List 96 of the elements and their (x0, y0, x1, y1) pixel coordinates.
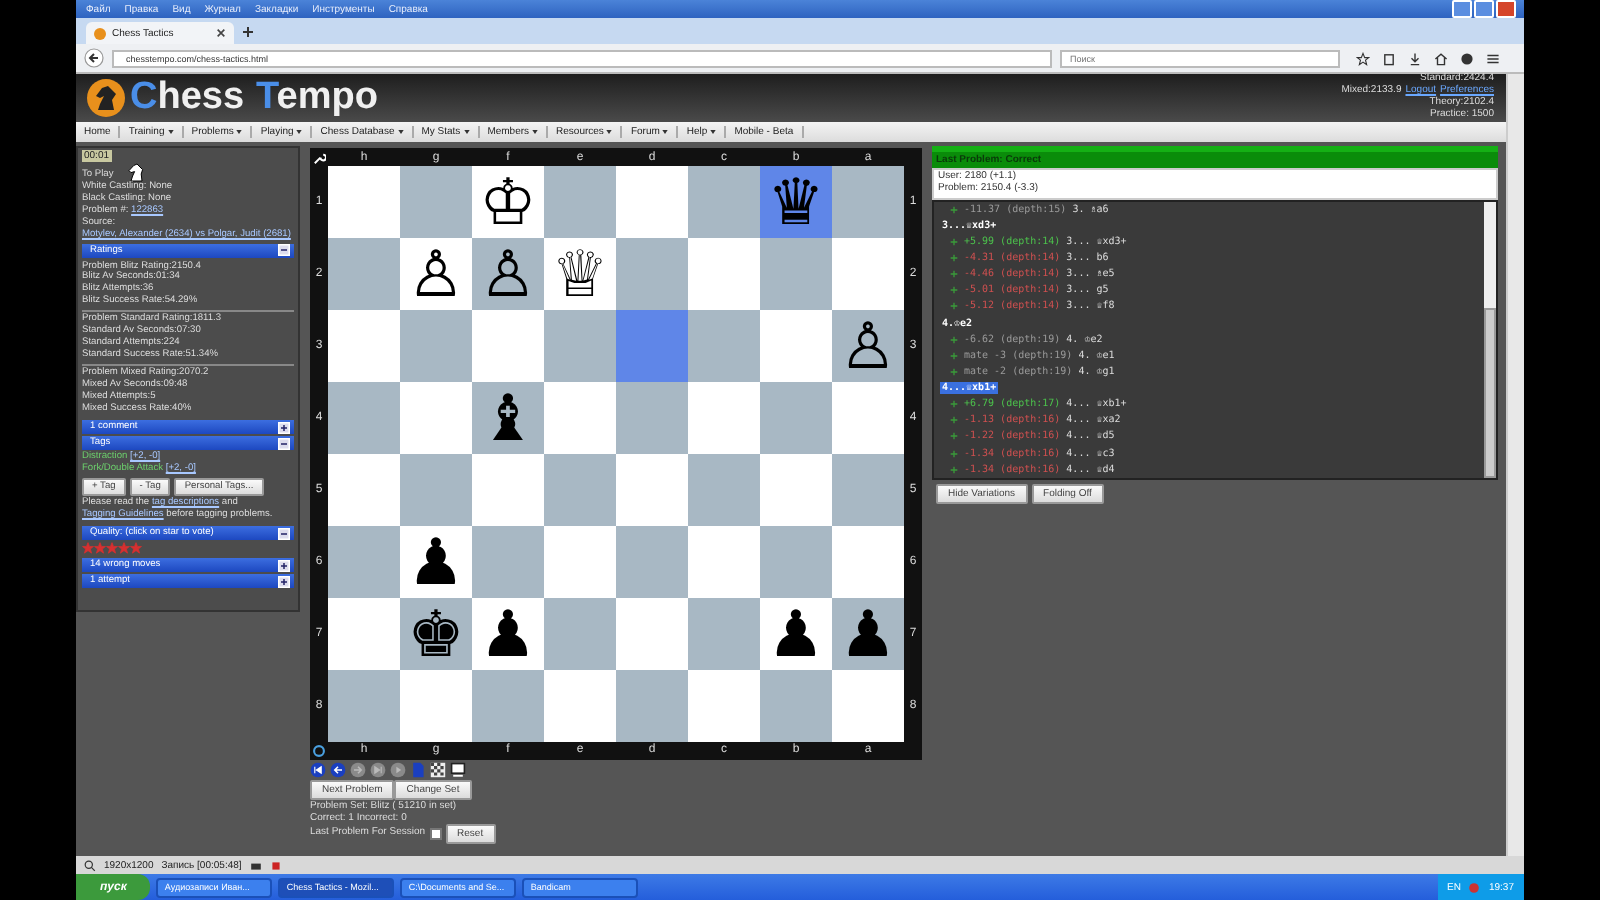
download-icon[interactable] (1408, 51, 1422, 65)
board-square[interactable] (544, 310, 616, 382)
board-square[interactable] (616, 238, 688, 310)
board-square[interactable] (760, 526, 832, 598)
board-square[interactable] (760, 670, 832, 742)
logo-word[interactable]: Chess (130, 76, 245, 120)
board-square[interactable] (760, 382, 832, 454)
board-square[interactable] (400, 310, 472, 382)
board-square[interactable] (688, 238, 760, 310)
menu-icon[interactable] (1486, 51, 1500, 65)
collapse-icon[interactable] (278, 527, 290, 540)
star-icon[interactable] (130, 542, 142, 555)
star-icon[interactable] (94, 542, 106, 555)
board-square[interactable] (400, 166, 472, 238)
board-square[interactable] (544, 526, 616, 598)
session-checkbox[interactable] (429, 828, 442, 840)
board-square[interactable] (328, 238, 400, 310)
knight-icon (125, 162, 146, 182)
star-rating[interactable] (82, 540, 142, 557)
board-square[interactable] (400, 670, 472, 742)
star-icon[interactable] (82, 542, 94, 555)
board-square[interactable] (688, 166, 760, 238)
back-arrow-icon[interactable] (84, 48, 104, 68)
board-square[interactable] (616, 454, 688, 526)
caret-icon (296, 130, 303, 134)
back-icon[interactable] (330, 762, 346, 778)
page-scrollbar[interactable] (1506, 74, 1524, 856)
board-square[interactable] (616, 382, 688, 454)
wrench-icon[interactable] (312, 151, 326, 165)
tray-icon[interactable] (1468, 881, 1481, 893)
board-square[interactable] (328, 598, 400, 670)
collapse-icon[interactable] (278, 244, 290, 257)
maximize-icon[interactable] (1474, 0, 1494, 18)
collapse-icon[interactable] (278, 437, 290, 450)
logo-word[interactable]: Tempo (256, 76, 378, 120)
board-square[interactable] (688, 382, 760, 454)
board-square[interactable] (688, 310, 760, 382)
stop-icon[interactable] (269, 859, 282, 871)
caret-icon (662, 130, 669, 134)
board-square[interactable] (544, 598, 616, 670)
board-square[interactable] (472, 670, 544, 742)
magnifier-icon[interactable] (84, 859, 96, 871)
close-icon[interactable] (216, 28, 226, 38)
knight-logo-icon (86, 78, 126, 118)
board-square[interactable] (400, 382, 472, 454)
board-square[interactable] (760, 310, 832, 382)
star-icon[interactable] (106, 542, 118, 555)
board-square[interactable] (832, 382, 904, 454)
board-square[interactable] (544, 166, 616, 238)
board-square[interactable] (688, 526, 760, 598)
board-square[interactable] (616, 166, 688, 238)
board-square[interactable] (688, 670, 760, 742)
board-square[interactable] (328, 526, 400, 598)
board-square[interactable] (832, 670, 904, 742)
scrollbar[interactable] (1484, 201, 1496, 478)
first-icon[interactable] (310, 762, 326, 778)
board-square[interactable] (832, 166, 904, 238)
flip-board-icon[interactable] (312, 743, 326, 757)
home-icon[interactable] (1434, 51, 1448, 65)
caret-icon (710, 130, 717, 134)
new-tab-icon[interactable] (242, 26, 254, 38)
caret-icon (606, 130, 613, 134)
caret-icon (532, 130, 539, 134)
board-square[interactable] (616, 598, 688, 670)
board-square[interactable] (616, 310, 688, 382)
board-square[interactable] (472, 526, 544, 598)
caret-icon (236, 130, 243, 134)
board-square[interactable] (400, 454, 472, 526)
board-square[interactable] (544, 454, 616, 526)
board-square[interactable] (616, 526, 688, 598)
clipboard-icon[interactable] (1382, 51, 1396, 65)
board-square[interactable] (544, 382, 616, 454)
star-icon[interactable] (1356, 51, 1370, 65)
board-square[interactable] (832, 526, 904, 598)
board-square[interactable] (616, 670, 688, 742)
board-square[interactable] (472, 454, 544, 526)
board-square[interactable] (760, 238, 832, 310)
board-square[interactable] (688, 598, 760, 670)
board-square[interactable] (832, 238, 904, 310)
checkerboard-icon[interactable] (430, 762, 446, 778)
caret-icon (463, 130, 470, 134)
board-square[interactable] (760, 454, 832, 526)
board-square[interactable] (688, 454, 760, 526)
board-square[interactable] (328, 382, 400, 454)
board-square[interactable] (472, 310, 544, 382)
board-square[interactable] (328, 454, 400, 526)
caret-icon (397, 130, 404, 134)
caret-icon (167, 130, 174, 134)
board-square[interactable] (328, 310, 400, 382)
site-favicon-icon (94, 27, 106, 39)
minimize-icon[interactable] (1452, 0, 1472, 18)
board-square[interactable] (832, 454, 904, 526)
star-icon[interactable] (118, 542, 130, 555)
monitor-icon[interactable] (450, 762, 466, 778)
camera-icon[interactable] (249, 859, 262, 871)
board-square[interactable] (544, 670, 616, 742)
